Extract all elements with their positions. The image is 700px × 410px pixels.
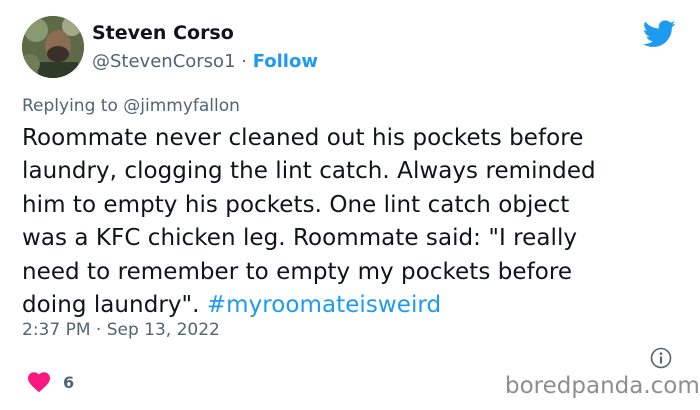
heart-icon[interactable]	[27, 371, 51, 393]
hashtag-link[interactable]: #myroomateisweird	[207, 292, 441, 318]
like-count: 6	[63, 373, 75, 392]
author-handle[interactable]: @StevenCorso1	[92, 51, 236, 72]
info-icon[interactable]	[650, 347, 672, 369]
tweet-body-line: doing laundry".	[22, 292, 207, 319]
author-handle-row: @StevenCorso1 · Follow	[92, 51, 318, 72]
replying-to: Replying to @jimmyfallon	[22, 96, 240, 116]
tweet-body-last-line: doing laundry". #myroomateisweird	[22, 289, 690, 322]
tweet-body-line: Roommate never cleaned out his pockets b…	[22, 125, 584, 151]
follow-button[interactable]: Follow	[253, 51, 318, 72]
tweet-body-line: need to remember to empty my pockets bef…	[22, 258, 573, 285]
tweet-timestamp[interactable]: 2:37 PM · Sep 13, 2022	[22, 320, 220, 340]
tweet-body: Roommate never cleaned out his pockets b…	[22, 122, 690, 322]
avatar-image	[22, 16, 84, 78]
replying-prefix: Replying to	[22, 96, 124, 116]
handle-separator: ·	[235, 51, 253, 72]
tweet-body-line: was a KFC chicken leg. Roommate said: "I…	[22, 225, 578, 252]
tweet-body-line: him to empty his pockets. One lint catch…	[22, 191, 570, 218]
replying-mention-link[interactable]: @jimmyfallon	[123, 96, 240, 116]
tweet-card: Steven Corso @StevenCorso1 · Follow Repl…	[0, 0, 700, 410]
tweet-body-line: laundry, clogging the lint catch. Always…	[22, 158, 596, 185]
avatar[interactable]	[22, 16, 84, 78]
author-name[interactable]: Steven Corso	[92, 22, 234, 44]
twitter-bird-icon[interactable]	[643, 20, 676, 48]
watermark: boredpanda.com	[505, 373, 700, 399]
